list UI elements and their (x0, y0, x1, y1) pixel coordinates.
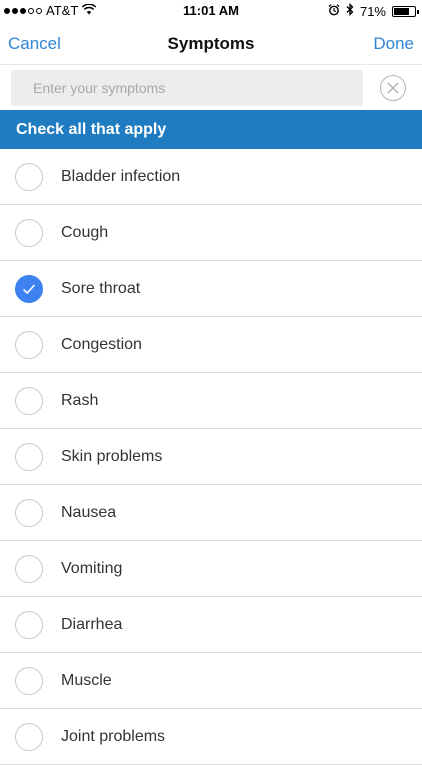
symptom-row[interactable]: Cough (0, 205, 422, 261)
symptom-checkbox[interactable] (15, 331, 43, 359)
symptom-label: Congestion (61, 336, 142, 353)
symptom-label: Vomiting (61, 560, 123, 577)
navigation-bar: Cancel Symptoms Done (0, 22, 422, 64)
symptom-label: Sore throat (61, 280, 141, 297)
battery-icon (392, 5, 419, 17)
search-row (0, 64, 422, 111)
alarm-icon (328, 3, 340, 19)
bluetooth-icon (346, 2, 354, 19)
symptom-row[interactable]: Muscle (0, 653, 422, 709)
symptom-row[interactable]: Nausea (0, 485, 422, 541)
symptom-label: Bladder infection (61, 168, 181, 185)
status-right: 71% (328, 2, 419, 19)
page-title: Symptoms (167, 34, 255, 53)
symptom-checkbox[interactable] (15, 443, 43, 471)
symptom-label: Cough (61, 224, 109, 241)
instruction-banner: Check all that apply (0, 110, 422, 149)
symptom-row[interactable]: Vomiting (0, 541, 422, 597)
symptom-label: Rash (61, 392, 99, 409)
checkmark-icon (22, 284, 36, 295)
symptom-row[interactable]: Sore throat (0, 261, 422, 317)
battery-percent: 71% (359, 3, 386, 19)
symptom-checkbox[interactable] (15, 499, 43, 527)
symptom-checkbox[interactable] (15, 163, 43, 191)
symptom-checkbox[interactable] (15, 611, 43, 639)
close-circle-icon[interactable] (380, 75, 406, 101)
symptom-checkbox[interactable] (15, 275, 43, 303)
symptom-label: Joint problems (61, 728, 166, 745)
symptom-row[interactable]: Bladder infection (0, 149, 422, 205)
symptom-row[interactable]: Diarrhea (0, 597, 422, 653)
done-button[interactable]: Done (373, 34, 414, 54)
symptom-checkbox[interactable] (15, 219, 43, 247)
symptom-list: Bladder infection Cough Sore throat Congest… (0, 149, 422, 765)
symptom-label: Nausea (61, 504, 117, 521)
symptom-row[interactable]: Joint problems (0, 709, 422, 765)
symptom-checkbox[interactable] (15, 667, 43, 695)
symptom-label: Muscle (61, 672, 112, 689)
symptom-row[interactable]: Skin problems (0, 429, 422, 485)
symptom-label: Skin problems (61, 448, 163, 465)
symptom-checkbox[interactable] (15, 387, 43, 415)
symptom-label: Diarrhea (61, 616, 123, 633)
symptom-checkbox[interactable] (15, 555, 43, 583)
status-bar: AT&T 11:01 AM 71% (0, 0, 422, 22)
symptom-row[interactable]: Congestion (0, 317, 422, 373)
symptom-search-input[interactable] (11, 70, 363, 106)
symptom-row[interactable]: Rash (0, 373, 422, 429)
symptom-checkbox[interactable] (15, 723, 43, 751)
